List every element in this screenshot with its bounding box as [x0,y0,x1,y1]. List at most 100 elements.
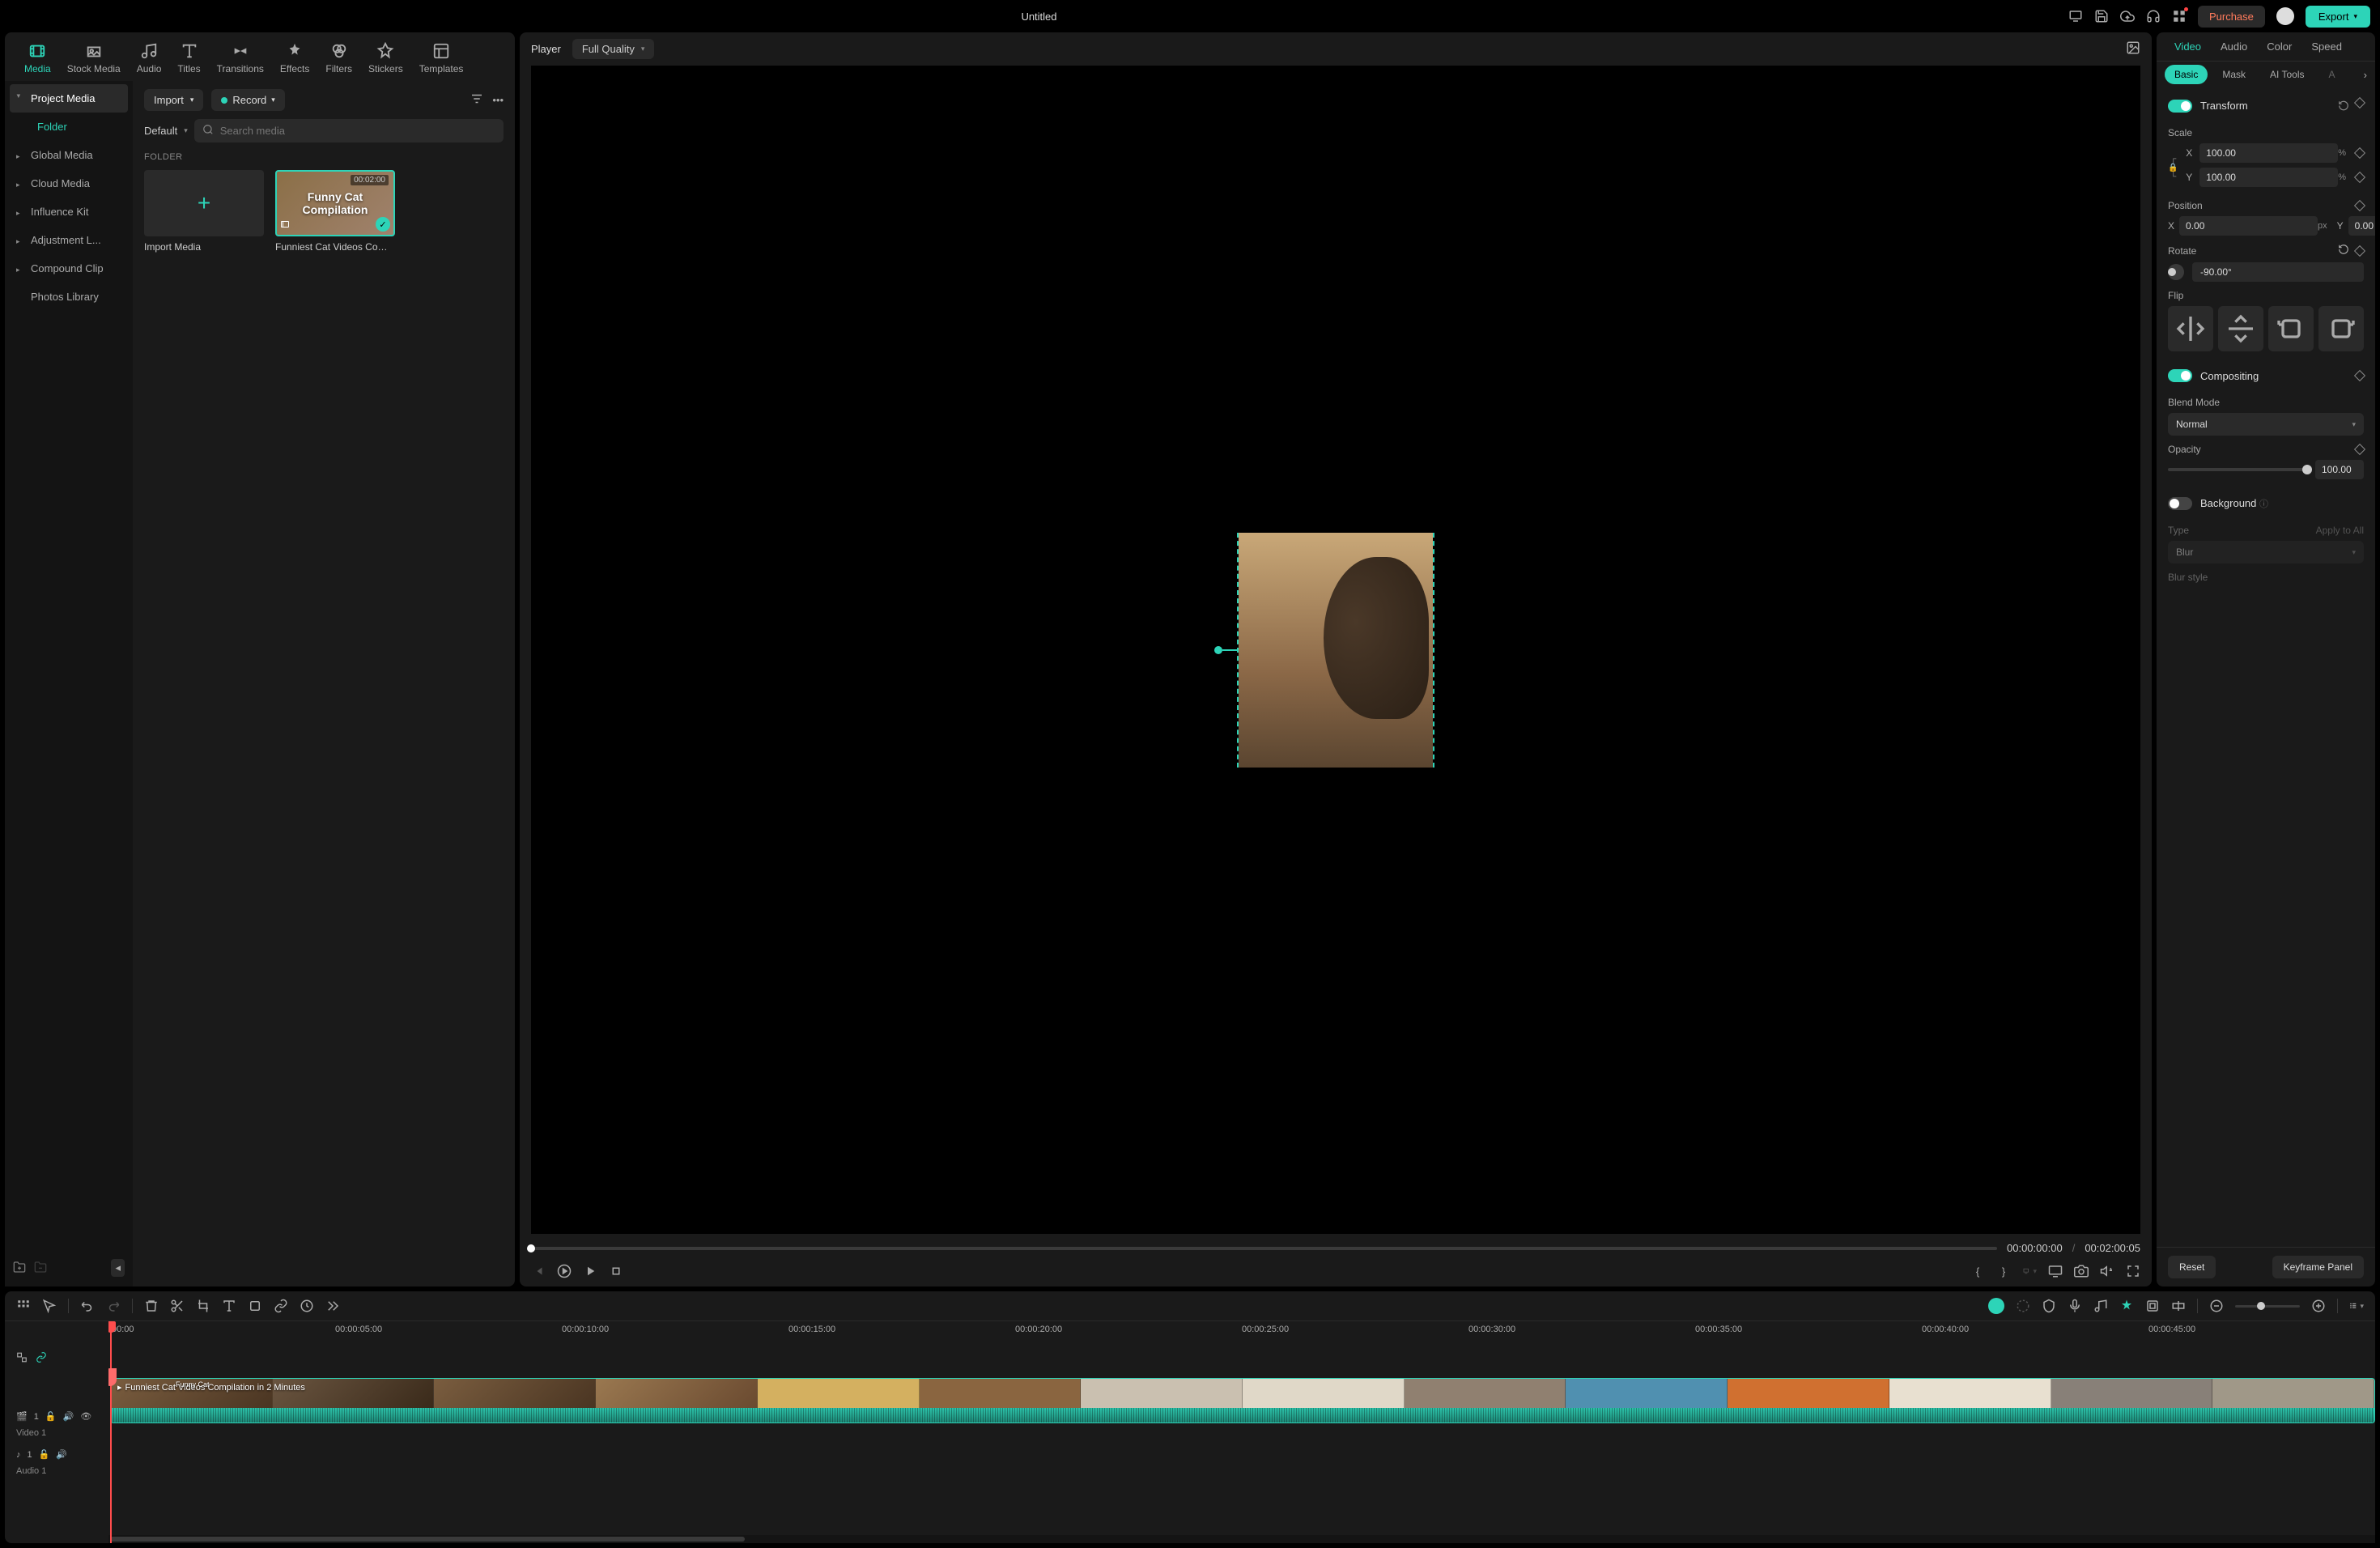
flip-horizontal-button[interactable] [2168,306,2213,351]
apply-to-all-button[interactable]: Apply to All [2316,525,2364,536]
auto-enhance-icon[interactable] [2119,1299,2134,1313]
tab-effects[interactable]: Effects [274,39,316,78]
display-settings-icon[interactable] [2048,1264,2063,1278]
stop-icon[interactable] [609,1264,623,1278]
audio-lock-icon[interactable]: 🔓 [39,1449,50,1460]
tab-audio-props[interactable]: Audio [2211,32,2257,61]
rotate-cw-button[interactable] [2268,306,2314,351]
cloud-icon[interactable] [2120,9,2135,23]
selection-tool-icon[interactable] [42,1299,57,1313]
flip-vertical-button[interactable] [2218,306,2263,351]
tab-stickers[interactable]: Stickers [362,39,410,78]
new-folder-icon[interactable] [13,1261,26,1276]
track-mute-icon[interactable]: 🔊 [63,1411,74,1422]
camera-icon[interactable] [2074,1264,2089,1278]
track-visibility-icon[interactable]: 👁 [80,1411,91,1422]
quality-dropdown[interactable]: Full Quality▾ [572,39,655,59]
sidebar-compound-clip[interactable]: Compound Clip [5,254,133,283]
color-match-icon[interactable] [2016,1299,2030,1313]
voiceover-icon[interactable] [2068,1299,2082,1313]
video-clip[interactable]: ▸Funniest Cat Videos Compilation in 2 Mi… [110,1378,2375,1423]
marker-dropdown-icon[interactable] [2022,1264,2037,1278]
tab-transitions[interactable]: Transitions [210,39,270,78]
timeline-horizontal-scrollbar[interactable] [108,1535,2375,1543]
tab-stock-media[interactable]: Stock Media [61,39,127,78]
tab-filters[interactable]: Filters [319,39,359,78]
zoom-out-icon[interactable] [2209,1299,2224,1313]
track-lock-icon[interactable]: 🔓 [45,1411,57,1422]
play-loop-icon[interactable] [557,1264,572,1278]
sidebar-influence-kit[interactable]: Influence Kit [5,198,133,226]
sidebar-project-media[interactable]: Project Media [10,84,128,113]
opacity-slider[interactable] [2168,468,2307,471]
time-ruler[interactable]: 00:00 00:00:05:00 00:00:10:00 00:00:15:0… [108,1321,2375,1342]
lock-aspect-icon[interactable]: 🔒 [2168,164,2178,172]
keyframe-transform-icon[interactable] [2354,97,2365,108]
video-preview[interactable] [531,66,2140,1234]
sidebar-photos-library[interactable]: Photos Library [5,283,133,311]
transform-toggle[interactable] [2168,100,2192,113]
delete-icon[interactable] [144,1299,159,1313]
opacity-value-input[interactable] [2315,460,2364,479]
position-keyframe-icon[interactable] [2354,200,2365,211]
rotate-keyframe-icon[interactable] [2354,245,2365,256]
track-view-icon[interactable] [2349,1299,2364,1313]
tab-media[interactable]: Media [18,39,57,78]
more-icon[interactable]: ••• [492,94,504,106]
filter-icon[interactable] [470,91,484,108]
record-dropdown[interactable]: Record▾ [211,89,284,111]
scale-x-keyframe-icon[interactable] [2354,147,2365,159]
volume-icon[interactable] [2100,1264,2114,1278]
playhead[interactable] [110,1321,112,1543]
tab-color-props[interactable]: Color [2257,32,2301,61]
position-x-input[interactable] [2179,216,2318,236]
background-toggle[interactable] [2168,497,2192,510]
sidebar-folder[interactable]: Folder [5,113,133,141]
tab-templates[interactable]: Templates [413,39,470,78]
prev-frame-icon[interactable] [531,1264,546,1278]
speed-tool-icon[interactable] [300,1299,314,1313]
compositing-toggle[interactable] [2168,369,2192,382]
reset-rotate-icon[interactable] [2338,244,2349,257]
apps-icon[interactable] [2172,9,2187,23]
sidebar-adjustment-layer[interactable]: Adjustment L... [5,226,133,254]
zoom-in-icon[interactable] [2311,1299,2326,1313]
subtab-mask[interactable]: Mask [2212,65,2255,84]
audio-beat-icon[interactable] [2093,1299,2108,1313]
fit-width-icon[interactable] [2171,1299,2186,1313]
opacity-keyframe-icon[interactable] [2354,444,2365,455]
sort-dropdown[interactable]: Default [144,125,188,137]
background-type-select[interactable]: Blur▾ [2168,541,2364,563]
tab-speed-props[interactable]: Speed [2301,32,2352,61]
blend-mode-select[interactable]: Normal▾ [2168,413,2364,436]
support-icon[interactable] [2146,9,2161,23]
ai-face-icon[interactable] [1988,1298,2004,1314]
tab-titles[interactable]: Titles [171,39,206,78]
timeline-layout-icon[interactable] [16,1299,31,1313]
user-avatar[interactable] [2276,7,2294,25]
search-input[interactable] [220,125,495,137]
subtab-ai-tools[interactable]: AI Tools [2260,65,2314,84]
media-clip-tile[interactable]: Funny CatCompilation 00:02:00 ✓ [275,170,395,236]
scale-y-input[interactable] [2199,168,2338,187]
reset-transform-icon[interactable] [2338,99,2349,113]
save-icon[interactable] [2094,9,2109,23]
import-dropdown[interactable]: Import▾ [144,89,203,111]
collapse-sidebar-button[interactable]: ◂ [111,1259,125,1277]
fullscreen-icon[interactable] [2126,1264,2140,1278]
import-media-tile[interactable]: + [144,170,264,236]
subtab-more[interactable]: A [2318,65,2344,84]
rotate-dial[interactable] [2168,264,2184,280]
mark-out-icon[interactable]: } [1996,1264,2011,1278]
zoom-slider[interactable] [2235,1305,2300,1308]
shield-icon[interactable] [2042,1299,2056,1313]
undo-icon[interactable] [80,1299,95,1313]
redo-icon[interactable] [106,1299,121,1313]
tab-audio[interactable]: Audio [130,39,168,78]
audio-mute-icon[interactable]: 🔊 [56,1449,67,1460]
reset-button[interactable]: Reset [2168,1256,2216,1278]
mask-tool-icon[interactable] [248,1299,262,1313]
help-icon[interactable]: ⓘ [2259,500,2268,509]
snapshot-icon[interactable] [2126,40,2140,57]
track-link-icon[interactable] [36,1350,47,1364]
